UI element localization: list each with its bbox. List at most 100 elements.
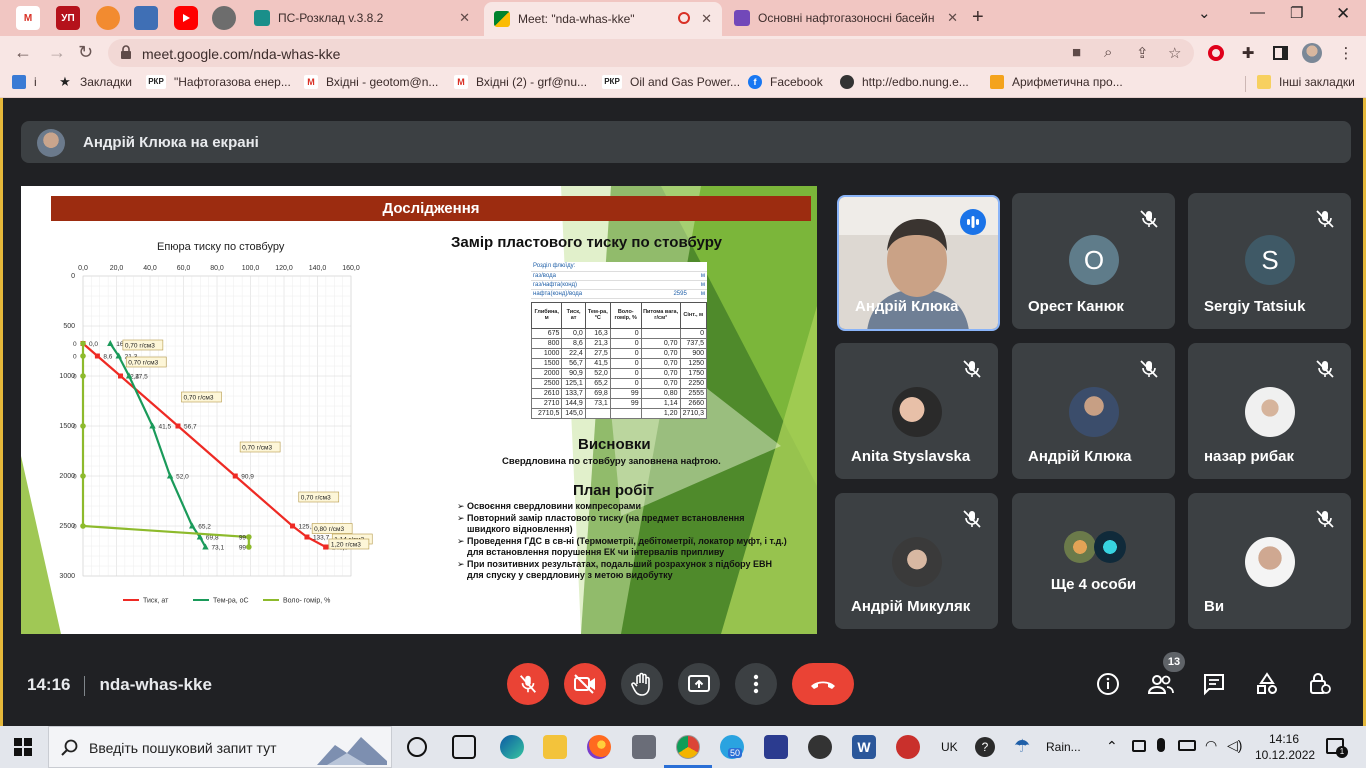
mic-off-icon	[963, 510, 981, 528]
table-cell: 145,0	[561, 407, 586, 419]
telegram-badge: 50	[728, 748, 743, 758]
address-bar[interactable]: meet.google.com/nda-whas-kke ■ ⌕ ⇪ ☆	[108, 39, 1194, 67]
raise-hand-button[interactable]	[621, 663, 663, 705]
up-pinned-tab[interactable]: УП	[56, 6, 80, 30]
weather-rain-icon[interactable]: ☂	[1014, 736, 1030, 757]
chrome-icon[interactable]	[676, 735, 700, 759]
youtube-pinned-tab[interactable]	[174, 6, 198, 30]
reload-icon[interactable]: ↻	[78, 42, 93, 63]
table-cell: Розділ флюїду:	[531, 262, 650, 272]
zoom-icon[interactable]: ⌕	[1104, 44, 1112, 61]
wifi-icon[interactable]: ◠	[1205, 737, 1217, 754]
windows-taskbar: Введіть пошуковий запит тут 50 W UK ? ☂ …	[0, 726, 1366, 768]
task-view-icon[interactable]	[452, 735, 476, 759]
annotation-label: 0,70 г/см3	[239, 441, 281, 453]
share-icon[interactable]: ⇪	[1136, 44, 1149, 62]
table-cell: 900	[679, 347, 708, 359]
meeting-details-button[interactable]	[1094, 670, 1122, 698]
pinned-tab-4[interactable]	[134, 6, 158, 30]
maximize-button[interactable]: ❐	[1290, 4, 1303, 22]
present-screen-button[interactable]	[678, 663, 720, 705]
windows-start-icon[interactable]	[14, 738, 32, 756]
help-icon[interactable]: ?	[975, 737, 995, 757]
new-tab-button[interactable]: +	[972, 6, 984, 29]
back-icon[interactable]: ←	[14, 42, 32, 63]
tab-meet[interactable]: Meet: "nda-whas-kke" ✕	[484, 2, 722, 36]
edge-icon[interactable]	[500, 735, 524, 759]
bookmark-other[interactable]: Інші закладки	[1257, 75, 1355, 89]
participant-tile-you[interactable]: Ви	[1188, 493, 1351, 629]
globe-pinned-tab[interactable]	[212, 6, 236, 30]
bookmark-naftogazova[interactable]: РКР "Нафтогазова енер...	[146, 75, 291, 89]
table-cell: 0,70	[640, 357, 681, 369]
end-call-button[interactable]	[792, 663, 854, 705]
profile-avatar[interactable]	[1302, 43, 1322, 63]
tab-ps-rozklad[interactable]: ПС-Розклад v.3.8.2 ✕	[244, 4, 480, 32]
participant-tile-anita-styslavska[interactable]: Anita Styslavska	[835, 343, 998, 479]
bookmark-star-icon[interactable]: ☆	[1168, 44, 1181, 62]
close-tab-icon[interactable]: ✕	[459, 10, 470, 26]
bookmark-zakladky[interactable]: ★ Закладки	[58, 75, 132, 90]
gmail-pinned-tab[interactable]: M	[16, 6, 40, 30]
clock-date[interactable]: 10.12.2022	[1255, 748, 1315, 762]
host-controls-button[interactable]	[1306, 670, 1334, 698]
microphone-tray-icon[interactable]	[1157, 738, 1165, 752]
participant-tile-nazar-rybak[interactable]: назар рибак	[1188, 343, 1351, 479]
battery-icon[interactable]	[1178, 740, 1196, 751]
minimize-button[interactable]: —	[1250, 4, 1265, 21]
word-icon[interactable]: W	[852, 735, 876, 759]
task-view-circle-icon[interactable]	[407, 737, 427, 757]
language-indicator[interactable]: UK	[941, 740, 958, 754]
participant-tile-andrii-mykuliak[interactable]: Андрій Микуляк	[835, 493, 998, 629]
clock-time[interactable]: 14:16	[1266, 732, 1302, 746]
presenter-avatar	[37, 129, 65, 157]
participant-tile-more-people[interactable]: Ще 4 особи	[1012, 493, 1175, 629]
tab-basins[interactable]: Основні нафтогазоносні басейн ✕	[724, 4, 968, 32]
participant-tile-andrii-kliuka-2[interactable]: Андрій Клюка	[1012, 343, 1175, 479]
firefox-icon[interactable]	[587, 735, 611, 759]
recorder-icon[interactable]	[896, 735, 920, 759]
participant-photo	[1069, 387, 1119, 437]
participant-tile-orest-kaniuk[interactable]: О Орест Канюк	[1012, 193, 1175, 329]
store-icon[interactable]	[632, 735, 656, 759]
obs-icon[interactable]	[808, 735, 832, 759]
bookmark-aryfmetychna[interactable]: Арифметична про...	[990, 75, 1123, 89]
data-point	[323, 544, 329, 550]
bookmark-apps[interactable]: і	[12, 75, 37, 89]
close-tab-icon[interactable]: ✕	[947, 10, 958, 26]
file-explorer-icon[interactable]	[543, 735, 567, 759]
side-panel-icon[interactable]	[1270, 43, 1290, 63]
close-window-button[interactable]: ✕	[1336, 4, 1350, 24]
chat-button[interactable]	[1200, 670, 1228, 698]
save-floppy-icon[interactable]	[764, 735, 788, 759]
camera-blocked-icon[interactable]: ■	[1072, 44, 1081, 61]
pinned-tab-3[interactable]	[96, 6, 120, 30]
data-label: 133,7	[313, 535, 330, 542]
volume-icon[interactable]: ◁)	[1227, 737, 1242, 754]
close-tab-icon[interactable]: ✕	[701, 11, 712, 27]
mic-toggle-button[interactable]	[507, 663, 549, 705]
participant-tile-sergiy-tatsiuk[interactable]: S Sergiy Tatsiuk	[1188, 193, 1351, 329]
activities-button[interactable]	[1253, 670, 1281, 698]
forward-icon[interactable]: →	[48, 42, 66, 63]
weather-text[interactable]: Rain...	[1046, 740, 1081, 754]
participant-name: назар рибак	[1204, 448, 1295, 465]
tray-chevron-icon[interactable]: ⌃	[1106, 738, 1118, 755]
camera-toggle-button[interactable]	[564, 663, 606, 705]
bookmark-oil-gas[interactable]: РКР Oil and Gas Power...	[602, 75, 740, 89]
tab-search-icon[interactable]: ⌄	[1198, 4, 1211, 22]
bookmark-gmail-grf[interactable]: M Вхідні (2) - grf@nu...	[454, 75, 587, 89]
data-point	[246, 544, 252, 550]
bookmark-gmail-geotom[interactable]: M Вхідні - geotom@n...	[304, 75, 438, 89]
more-options-button[interactable]	[735, 663, 777, 705]
meet-tray-icon[interactable]	[1132, 740, 1146, 752]
bookmark-edbo[interactable]: http://edbo.nung.e...	[840, 75, 969, 89]
taskbar-search-box[interactable]: Введіть пошуковий запит тут	[48, 726, 392, 768]
opera-extension-icon[interactable]	[1206, 43, 1226, 63]
participant-tile-andrii-kliuka-speaking[interactable]: Андрій Клюка	[837, 195, 1000, 331]
table-row: 2500 125,1 65,2 0 0,70 2250	[530, 377, 708, 389]
bookmark-facebook[interactable]: f Facebook	[748, 75, 823, 89]
extensions-icon[interactable]: ✚	[1238, 43, 1258, 63]
participants-button[interactable]	[1147, 670, 1175, 698]
menu-dots-icon[interactable]: ⋮	[1336, 43, 1356, 63]
